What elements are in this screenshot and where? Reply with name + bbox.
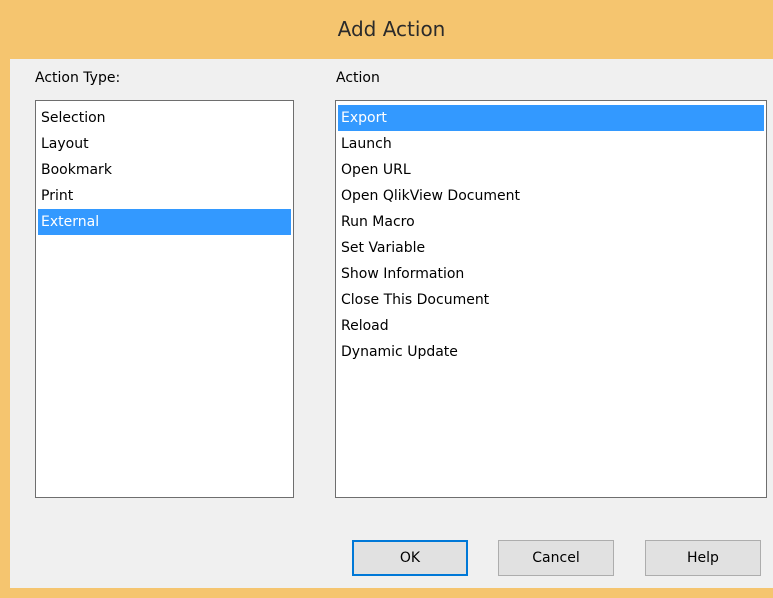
list-item-open-url[interactable]: Open URL [338, 157, 764, 183]
list-item-close-this-document[interactable]: Close This Document [338, 287, 764, 313]
list-item-launch[interactable]: Launch [338, 131, 764, 157]
action-type-label: Action Type: [35, 70, 121, 86]
cancel-button[interactable]: Cancel [498, 540, 614, 576]
list-item-layout[interactable]: Layout [38, 131, 291, 157]
list-item-selection[interactable]: Selection [38, 105, 291, 131]
list-item-show-information[interactable]: Show Information [338, 261, 764, 287]
list-item-export[interactable]: Export [338, 105, 764, 131]
window-frame-bottom [0, 588, 773, 598]
window-frame-left [0, 0, 10, 598]
list-item-run-macro[interactable]: Run Macro [338, 209, 764, 235]
action-label: Action [336, 70, 380, 86]
ok-button[interactable]: OK [352, 540, 468, 576]
list-item-open-qlikview-document[interactable]: Open QlikView Document [338, 183, 764, 209]
list-item-external[interactable]: External [38, 209, 291, 235]
action-list[interactable]: Export Launch Open URL Open QlikView Doc… [335, 100, 767, 498]
list-item-set-variable[interactable]: Set Variable [338, 235, 764, 261]
list-item-bookmark[interactable]: Bookmark [38, 157, 291, 183]
list-item-dynamic-update[interactable]: Dynamic Update [338, 339, 764, 365]
dialog-title: Add Action [337, 17, 446, 41]
list-item-reload[interactable]: Reload [338, 313, 764, 339]
action-type-list[interactable]: Selection Layout Bookmark Print External [35, 100, 294, 498]
add-action-dialog: Add Action Action Type: Selection Layout… [0, 0, 773, 598]
list-item-print[interactable]: Print [38, 183, 291, 209]
help-button[interactable]: Help [645, 540, 761, 576]
